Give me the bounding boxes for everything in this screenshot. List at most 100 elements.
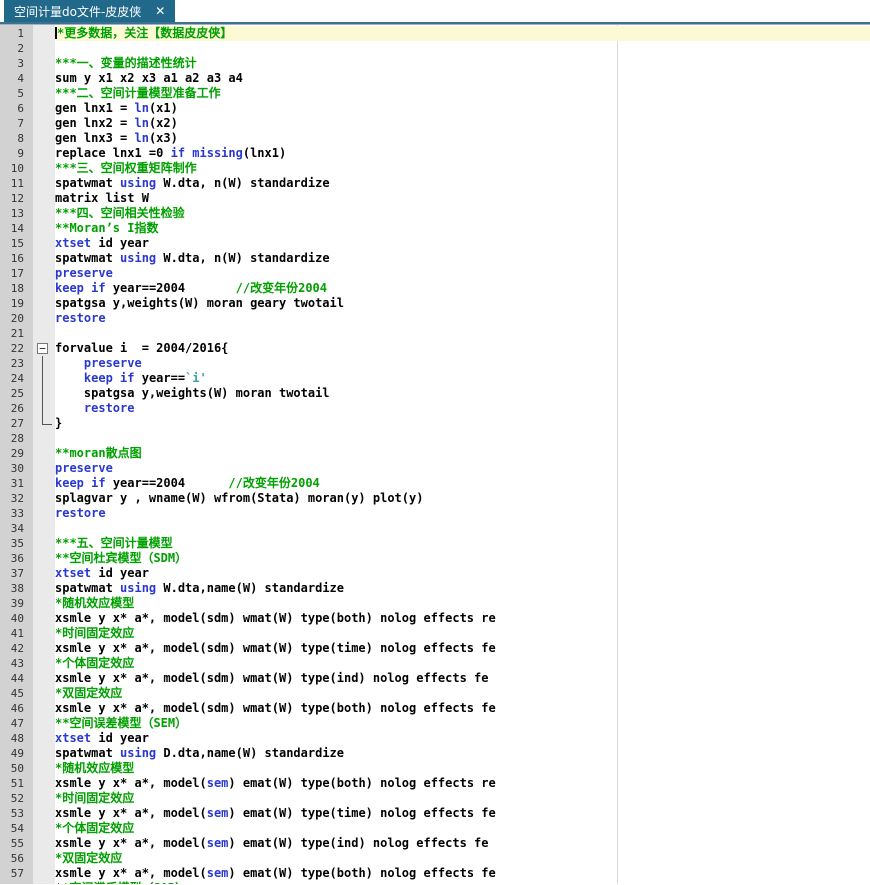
code-line[interactable]: gen lnx2 = ln(x2) xyxy=(55,116,870,131)
code-line[interactable]: xsmle y x* a*, model(sdm) wmat(W) type(i… xyxy=(55,671,870,686)
editor-row: 54 *个体固定效应 xyxy=(0,821,870,836)
line-number: 17 xyxy=(0,266,33,281)
editor-row: 15 xtset id year xyxy=(0,236,870,251)
code-line[interactable]: ***四、空间相关性检验 xyxy=(55,206,870,221)
code-line[interactable]: *双固定效应 xyxy=(55,851,870,866)
code-line[interactable]: preserve xyxy=(55,266,870,281)
code-line[interactable]: spatwmat using W.dta, n(W) standardize xyxy=(55,251,870,266)
editor-row: 43 *个体固定效应 xyxy=(0,656,870,671)
keyword-text: ln xyxy=(134,101,149,115)
code-line[interactable]: matrix list W xyxy=(55,191,870,206)
code-line[interactable]: forvalue i = 2004/2016{ xyxy=(55,341,870,356)
fold-margin xyxy=(33,626,55,641)
keyword-text: preserve xyxy=(55,266,113,280)
document-tab[interactable]: 空间计量do文件-皮皮侠 ✕ xyxy=(4,0,176,22)
fold-margin xyxy=(33,206,55,221)
fold-margin xyxy=(33,281,55,296)
code-line[interactable]: preserve xyxy=(55,461,870,476)
code-line[interactable]: spatwmat using D.dta,name(W) standardize xyxy=(55,746,870,761)
code-line[interactable]: preserve xyxy=(55,356,870,371)
code-text: W.dta, n(W) standardize xyxy=(156,251,330,265)
editor-row: 46 xsmle y x* a*, model(sdm) wmat(W) type… xyxy=(0,701,870,716)
code-line[interactable]: *随机效应模型 xyxy=(55,761,870,776)
code-line[interactable] xyxy=(55,431,870,446)
code-line[interactable]: ***五、空间计量模型 xyxy=(55,536,870,551)
fold-collapse-icon[interactable]: − xyxy=(37,343,48,354)
code-line[interactable]: ***一、变量的描述性统计 xyxy=(55,56,870,71)
code-line[interactable]: spatwmat using W.dta, n(W) standardize xyxy=(55,176,870,191)
code-line[interactable]: *个体固定效应 xyxy=(55,821,870,836)
fold-margin xyxy=(33,506,55,521)
code-line[interactable]: *双固定效应 xyxy=(55,686,870,701)
code-text: W.dta,name(W) standardize xyxy=(156,581,344,595)
code-line[interactable]: keep if year==2004 //改变年份2004 xyxy=(55,281,870,296)
code-line[interactable]: sum y x1 x2 x3 a1 a2 a3 a4 xyxy=(55,71,870,86)
code-line[interactable]: xsmle y x* a*, model(sdm) wmat(W) type(t… xyxy=(55,641,870,656)
fold-margin xyxy=(33,686,55,701)
line-number: 26 xyxy=(0,401,33,416)
code-line[interactable]: *更多数据，关注【数据皮皮侠】 xyxy=(55,26,870,41)
code-line[interactable]: restore xyxy=(55,506,870,521)
code-line[interactable]: xsmle y x* a*, model(sem) emat(W) type(b… xyxy=(55,776,870,791)
keyword-text: using xyxy=(120,176,157,190)
code-line[interactable]: spatwmat using W.dta,name(W) standardize xyxy=(55,581,870,596)
line-number: 7 xyxy=(0,116,33,131)
code-line[interactable]: xsmle y x* a*, model(sem) emat(W) type(t… xyxy=(55,806,870,821)
code-line[interactable]: keep if year==`i' xyxy=(55,371,870,386)
code-line[interactable]: xsmle y x* a*, model(sdm) wmat(W) type(b… xyxy=(55,611,870,626)
do-file-editor[interactable]: 1 *更多数据，关注【数据皮皮侠】 2 3 ***一、变量的描述性统计 4 sum y x1… xyxy=(0,25,870,884)
fold-margin xyxy=(33,731,55,746)
code-line[interactable]: spatgsa y,weights(W) moran twotail xyxy=(55,386,870,401)
code-line[interactable] xyxy=(55,41,870,56)
fold-margin xyxy=(33,581,55,596)
code-line[interactable]: *个体固定效应 xyxy=(55,656,870,671)
fold-margin[interactable]: − xyxy=(33,341,55,356)
fold-margin xyxy=(33,86,55,101)
code-line[interactable]: *时间固定效应 xyxy=(55,626,870,641)
code-line[interactable]: *随机效应模型 xyxy=(55,596,870,611)
keyword-text: keep xyxy=(55,281,84,295)
code-line[interactable]: xtset id year xyxy=(55,566,870,581)
line-number: 30 xyxy=(0,461,33,476)
code-line[interactable]: keep if year==2004 //改变年份2004 xyxy=(55,476,870,491)
code-line[interactable]: xsmle y x* a*, model(sdm) wmat(W) type(b… xyxy=(55,701,870,716)
code-line[interactable]: xsmle y x* a*, model(sem) emat(W) type(b… xyxy=(55,866,870,881)
line-number: 11 xyxy=(0,176,33,191)
code-text: spatgsa y,weights(W) moran geary twotail xyxy=(55,296,344,310)
code-line[interactable]: gen lnx3 = ln(x3) xyxy=(55,131,870,146)
code-line[interactable]: gen lnx1 = ln(x1) xyxy=(55,101,870,116)
keyword-text: using xyxy=(120,251,157,265)
code-line[interactable] xyxy=(55,326,870,341)
code-line[interactable]: *时间固定效应 xyxy=(55,791,870,806)
fold-margin xyxy=(33,476,55,491)
tab-close-icon[interactable]: ✕ xyxy=(155,5,165,17)
editor-row: 2 xyxy=(0,41,870,56)
code-line[interactable]: ***二、空间计量模型准备工作 xyxy=(55,86,870,101)
code-line[interactable]: xtset id year xyxy=(55,731,870,746)
code-line[interactable] xyxy=(55,521,870,536)
fold-guide-line xyxy=(42,401,43,416)
comment-text: **空间滞后模型（SAR） xyxy=(55,881,187,884)
code-text: (x2) xyxy=(148,116,178,130)
code-line[interactable]: **空间误差模型（SEM） xyxy=(55,716,870,731)
code-line[interactable]: xsmle y x* a*, model(sem) emat(W) type(i… xyxy=(55,836,870,851)
code-line[interactable]: ***三、空间权重矩阵制作 xyxy=(55,161,870,176)
code-line[interactable]: spatgsa y,weights(W) moran geary twotail xyxy=(55,296,870,311)
code-line[interactable]: **Moran’s I指数 xyxy=(55,221,870,236)
fold-guide-line xyxy=(42,356,43,371)
fold-margin xyxy=(33,791,55,806)
line-number: 16 xyxy=(0,251,33,266)
code-line[interactable]: } xyxy=(55,416,870,431)
code-line[interactable]: **空间滞后模型（SAR） xyxy=(55,881,870,884)
code-line[interactable]: restore xyxy=(55,311,870,326)
code-line[interactable]: restore xyxy=(55,401,870,416)
editor-row: 29 **moran散点图 xyxy=(0,446,870,461)
line-number: 58 xyxy=(0,881,33,884)
code-line[interactable]: xtset id year xyxy=(55,236,870,251)
fold-margin xyxy=(33,611,55,626)
code-line[interactable]: splagvar y , wname(W) wfrom(Stata) moran… xyxy=(55,491,870,506)
code-line[interactable]: **moran散点图 xyxy=(55,446,870,461)
code-line[interactable]: **空间杜宾模型（SDM） xyxy=(55,551,870,566)
editor-row: 11 spatwmat using W.dta, n(W) standardize xyxy=(0,176,870,191)
code-line[interactable]: replace lnx1 =0 if missing(lnx1) xyxy=(55,146,870,161)
